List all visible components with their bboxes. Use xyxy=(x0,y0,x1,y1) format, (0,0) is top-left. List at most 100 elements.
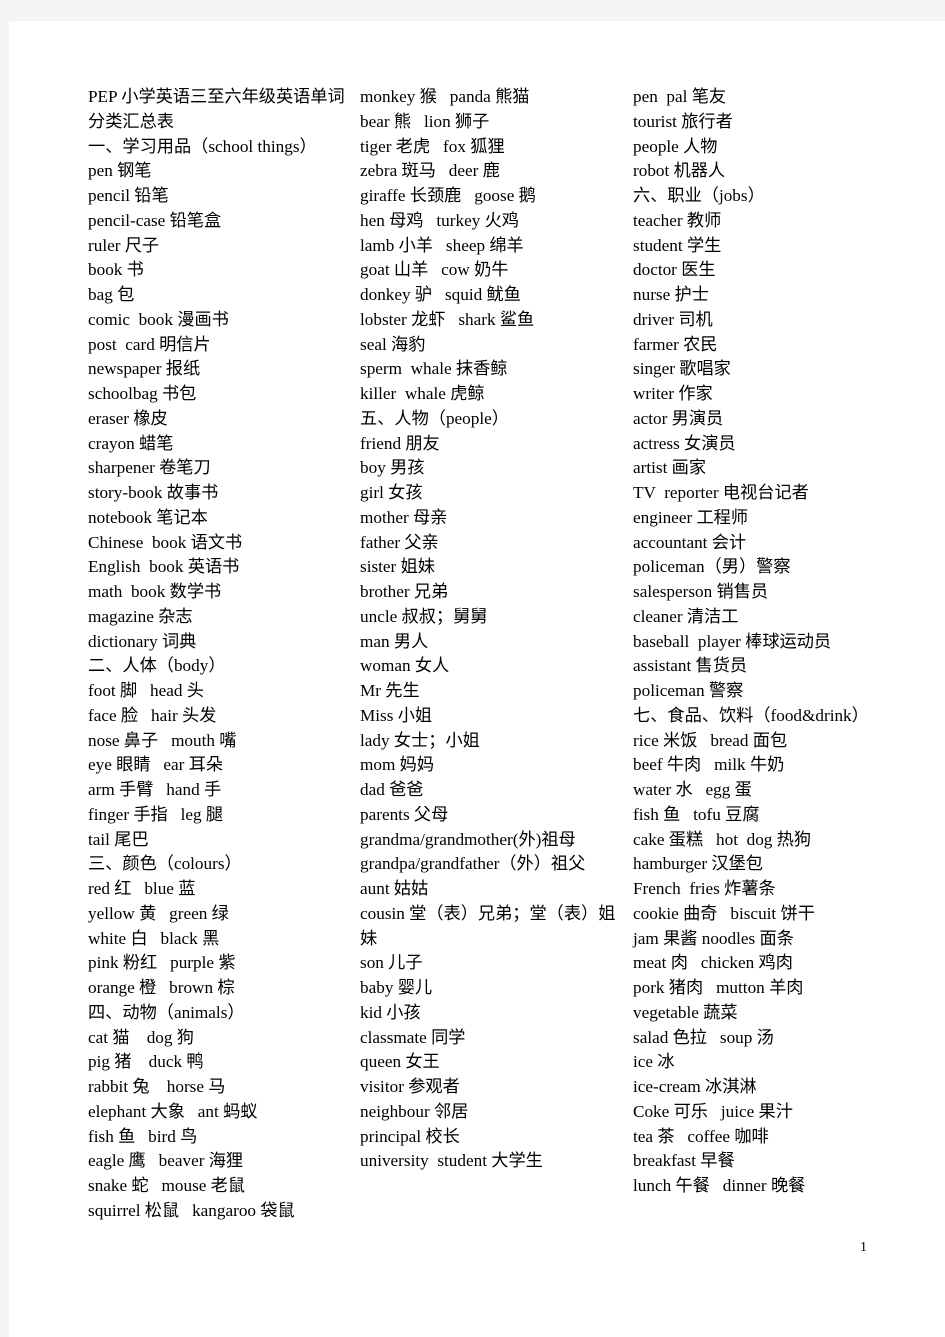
vocabulary-line: university student 大学生 xyxy=(360,1151,543,1171)
vocabulary-line: yellow 黄 green 绿 xyxy=(88,903,229,923)
vocabulary-line: teacher 教师 xyxy=(633,210,722,230)
section-heading: 一、学习用品（school things） xyxy=(88,136,317,156)
vocabulary-line: boy 男孩 xyxy=(360,458,425,478)
vocabulary-line: Coke 可乐 juice 果汁 xyxy=(633,1101,793,1121)
vocabulary-line: seal 海豹 xyxy=(360,334,426,354)
vocabulary-line: lamb 小羊 sheep 绵羊 xyxy=(360,235,524,255)
vocabulary-line: ruler 尺子 xyxy=(88,235,160,255)
vocabulary-line: notebook 笔记本 xyxy=(88,507,208,527)
vocabulary-line: hen 母鸡 turkey 火鸡 xyxy=(360,210,519,230)
vocabulary-line: woman 女人 xyxy=(360,656,450,676)
vocabulary-line: jam 果酱 noodles 面条 xyxy=(633,928,794,948)
vocabulary-line: magazine 杂志 xyxy=(88,606,193,626)
vocabulary-line: sperm whale 抹香鲸 xyxy=(360,359,508,379)
vocabulary-line: queen 女王 xyxy=(360,1052,440,1072)
column-three: pen pal 笔友 tourist 旅行者 people 人物 robot 机器人六… xyxy=(633,85,908,1199)
vocabulary-line: eye 眼睛 ear 耳朵 xyxy=(88,755,224,775)
vocabulary-line: friend 朋友 xyxy=(360,433,440,453)
vocabulary-line: actress 女演员 xyxy=(633,433,736,453)
vocabulary-line: girl 女孩 xyxy=(360,483,423,502)
vocabulary-line: lady 女士；小姐 xyxy=(360,730,480,750)
vocabulary-line: Mr 先生 xyxy=(360,681,420,700)
vocabulary-line: actor 男演员 xyxy=(633,408,724,428)
section-heading: 三、颜色（colours） xyxy=(88,854,242,874)
vocabulary-line: engineer 工程师 xyxy=(633,507,749,527)
vocabulary-line: monkey 猴 panda 熊猫 xyxy=(360,87,530,106)
vocabulary-line: breakfast 早餐 xyxy=(633,1151,735,1171)
vocabulary-line: neighbour 邻居 xyxy=(360,1101,469,1121)
vocabulary-line: principal 校长 xyxy=(360,1126,460,1146)
vocabulary-line: post card 明信片 xyxy=(88,334,211,354)
vocabulary-line: bag 包 xyxy=(88,285,135,304)
vocabulary-line: cleaner 清洁工 xyxy=(633,606,739,626)
vocabulary-line: tourist 旅行者 xyxy=(633,111,733,131)
vocabulary-line: sharpener 卷笔刀 xyxy=(88,458,211,478)
vocabulary-line: giraffe 长颈鹿 goose 鹅 xyxy=(360,186,536,205)
vocabulary-line: tiger 老虎 fox 狐狸 xyxy=(360,136,505,156)
section-heading: 五、人物（people） xyxy=(360,408,509,428)
vocabulary-line: writer 作家 xyxy=(633,384,713,403)
document-page: PEP 小学英语三至六年级英语单词分类汇总表一、学习用品（school thin… xyxy=(9,21,945,1337)
vocabulary-line: fish 鱼 bird 鸟 xyxy=(88,1126,198,1146)
text-columns: PEP 小学英语三至六年级英语单词分类汇总表一、学习用品（school thin… xyxy=(9,21,945,1337)
vocabulary-line: pink 粉红 purple 紫 xyxy=(88,953,236,973)
vocabulary-line: crayon 蜡笔 xyxy=(88,433,174,453)
vocabulary-line: Chinese book 语文书 xyxy=(88,532,243,552)
vocabulary-line: arm 手臂 hand 手 xyxy=(88,780,222,799)
vocabulary-line: English book 英语书 xyxy=(88,557,240,577)
vocabulary-line: French fries 炸薯条 xyxy=(633,879,776,898)
vocabulary-line: robot 机器人 xyxy=(633,161,726,181)
vocabulary-line: aunt 姑姑 xyxy=(360,879,429,898)
vocabulary-line: red 红 blue 蓝 xyxy=(88,879,196,898)
vocabulary-line: nurse 护士 xyxy=(633,285,709,304)
vocabulary-line: finger 手指 leg 腿 xyxy=(88,804,224,824)
vocabulary-line: driver 司机 xyxy=(633,309,713,329)
section-heading: PEP 小学英语三至六年级英语单词分类汇总表 xyxy=(88,87,345,131)
vocabulary-line: goat 山羊 cow 奶牛 xyxy=(360,260,509,280)
vocabulary-line: salesperson 销售员 xyxy=(633,582,769,601)
column-one: PEP 小学英语三至六年级英语单词分类汇总表一、学习用品（school thin… xyxy=(88,85,358,1224)
vocabulary-line: grandpa/grandfather（外）祖父 xyxy=(360,854,586,874)
vocabulary-line: brother 兄弟 xyxy=(360,582,449,601)
vocabulary-line: foot 脚 head 头 xyxy=(88,681,204,700)
section-heading: 六、职业（jobs） xyxy=(633,186,765,205)
vocabulary-line: snake 蛇 mouse 老鼠 xyxy=(88,1176,246,1195)
vocabulary-line: pencil 铅笔 xyxy=(88,186,169,205)
vocabulary-line: hamburger 汉堡包 xyxy=(633,854,763,874)
vocabulary-line: math book 数学书 xyxy=(88,582,222,601)
vocabulary-line: elephant 大象 ant 蚂蚁 xyxy=(88,1101,258,1121)
vocabulary-line: fish 鱼 tofu 豆腐 xyxy=(633,804,760,824)
section-heading: 七、食品、饮料（food&drink） xyxy=(633,705,869,725)
section-heading: 四、动物（animals） xyxy=(88,1002,245,1022)
vocabulary-line: artist 画家 xyxy=(633,458,707,478)
vocabulary-line: water 水 egg 蛋 xyxy=(633,780,752,799)
vocabulary-line: ice-cream 冰淇淋 xyxy=(633,1077,757,1096)
vocabulary-line: eagle 鹰 beaver 海狸 xyxy=(88,1151,244,1171)
vocabulary-line: singer 歌唱家 xyxy=(633,359,731,379)
vocabulary-line: vegetable 蔬菜 xyxy=(633,1002,738,1022)
vocabulary-line: baseball player 棒球运动员 xyxy=(633,631,832,651)
vocabulary-line: mother 母亲 xyxy=(360,507,448,527)
vocabulary-line: father 父亲 xyxy=(360,532,439,552)
vocabulary-line: lobster 龙虾 shark 鲨鱼 xyxy=(360,309,535,329)
section-heading: 二、人体（body） xyxy=(88,656,226,676)
vocabulary-line: squirrel 松鼠 kangaroo 袋鼠 xyxy=(88,1200,295,1220)
vocabulary-line: rice 米饭 bread 面包 xyxy=(633,730,788,750)
vocabulary-line: pencil-case 铅笔盒 xyxy=(88,210,222,230)
vocabulary-line: cookie 曲奇 biscuit 饼干 xyxy=(633,903,815,923)
vocabulary-line: comic book 漫画书 xyxy=(88,309,229,329)
vocabulary-line: doctor 医生 xyxy=(633,260,716,280)
vocabulary-line: salad 色拉 soup 汤 xyxy=(633,1027,774,1047)
vocabulary-line: uncle 叔叔；舅舅 xyxy=(360,606,488,626)
vocabulary-line: dictionary 词典 xyxy=(88,631,197,651)
vocabulary-line: story-book 故事书 xyxy=(88,483,219,502)
vocabulary-line: lunch 午餐 dinner 晚餐 xyxy=(633,1176,806,1195)
vocabulary-line: policeman 警察 xyxy=(633,681,744,700)
vocabulary-line: mom 妈妈 xyxy=(360,755,435,775)
vocabulary-line: cat 猫 dog 狗 xyxy=(88,1027,194,1047)
vocabulary-line: bear 熊 lion 狮子 xyxy=(360,111,490,131)
column-two: monkey 猴 panda 熊猫 bear 熊 lion 狮子 tiger 老虎 … xyxy=(360,85,628,1174)
vocabulary-line: cousin 堂（表）兄弟；堂（表）姐妹 xyxy=(360,903,616,948)
vocabulary-line: rabbit 兔 horse 马 xyxy=(88,1077,226,1096)
vocabulary-line: cake 蛋糕 hot dog 热狗 xyxy=(633,829,812,849)
